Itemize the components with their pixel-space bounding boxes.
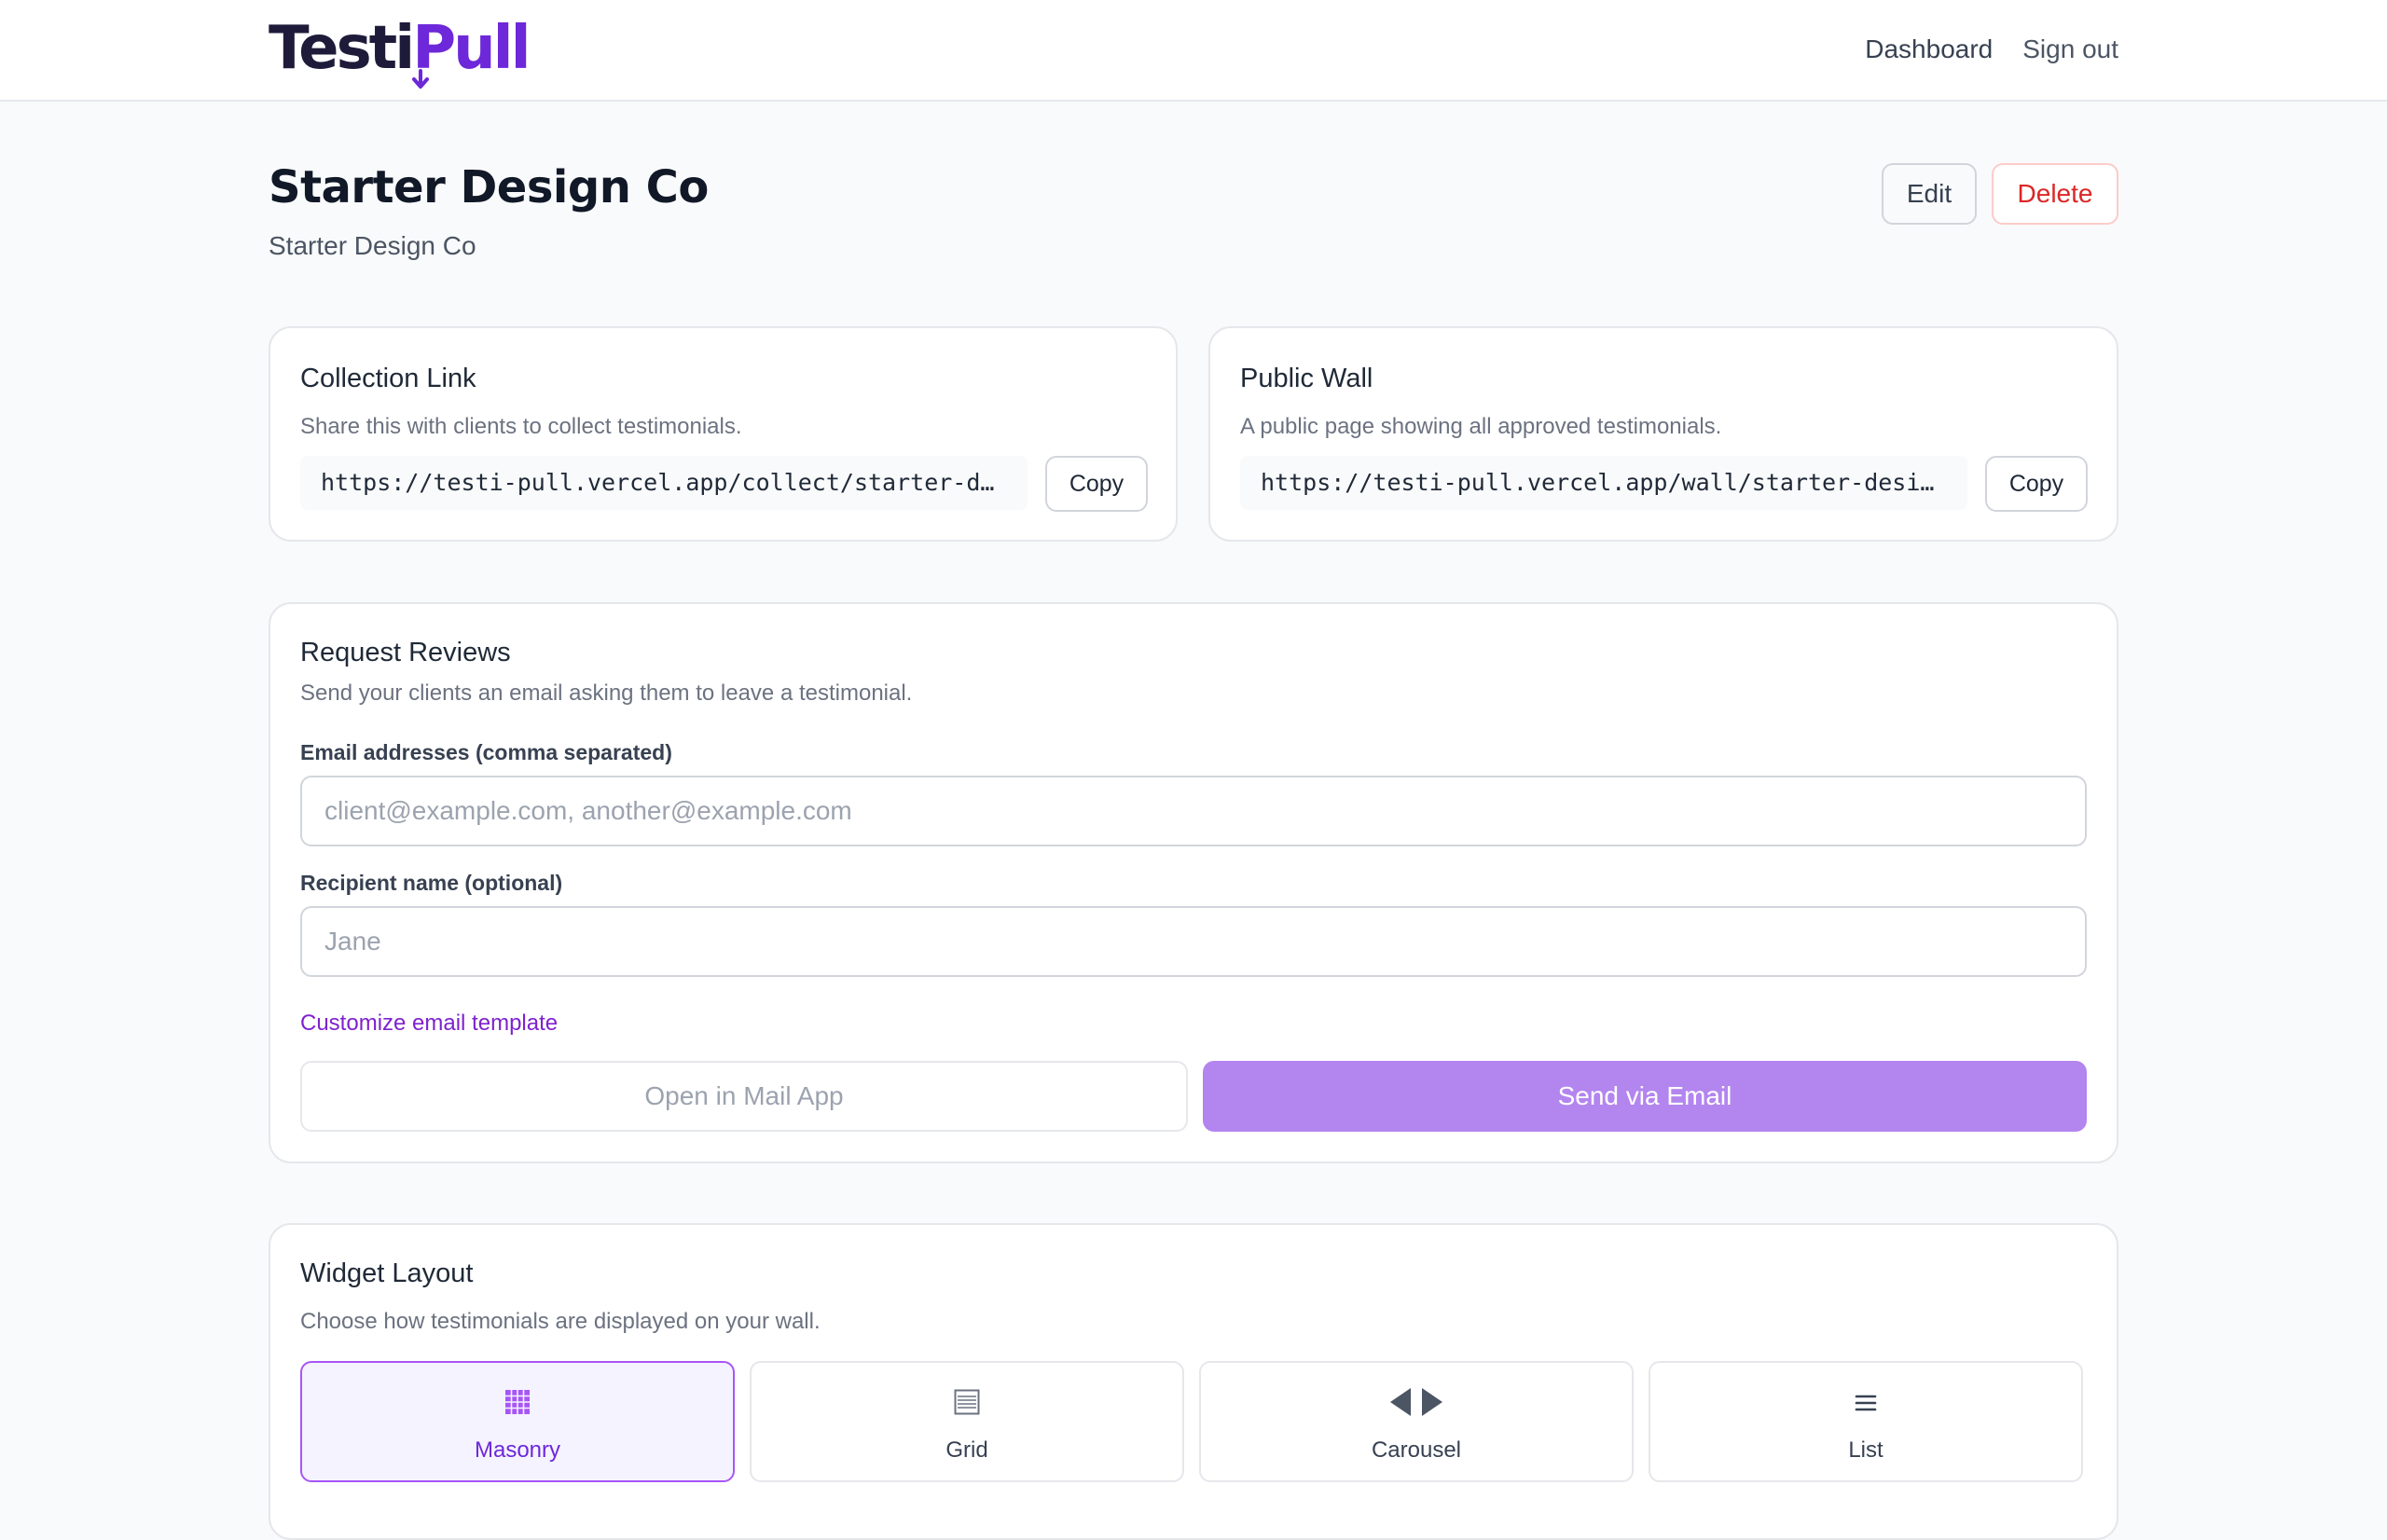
collection-link-card: Collection Link Share this with clients … (269, 326, 1178, 542)
widget-layout-description: Choose how testimonials are displayed on… (300, 1309, 821, 1334)
open-in-mail-app-button[interactable]: Open in Mail App (300, 1061, 1188, 1132)
logo-text-pull: Pull (412, 13, 531, 89)
customize-email-template-link[interactable]: Customize email template (300, 1011, 558, 1037)
top-navbar: Testi Pull Dashboard Sign out (0, 0, 2387, 102)
list-icon (1650, 1383, 2081, 1421)
email-addresses-input[interactable] (300, 776, 2087, 846)
recipient-name-input[interactable] (300, 906, 2087, 977)
page-title: Starter Design Co (269, 161, 709, 213)
delete-button[interactable]: Delete (1992, 163, 2118, 225)
page-subtitle: Starter Design Co (269, 231, 476, 260)
edit-button[interactable]: Edit (1882, 163, 1977, 225)
grid-icon (752, 1383, 1182, 1421)
collection-link-copy-button[interactable]: Copy (1045, 456, 1148, 512)
masonry-icon (302, 1383, 733, 1421)
email-addresses-label: Email addresses (comma separated) (300, 740, 672, 764)
carousel-icon (1201, 1383, 1632, 1421)
public-wall-description: A public page showing all approved testi… (1240, 414, 1722, 439)
public-wall-copy-button[interactable]: Copy (1985, 456, 2088, 512)
layout-option-list[interactable]: List (1649, 1361, 2083, 1482)
logo-arrow-icon (412, 69, 430, 89)
widget-layout-title: Widget Layout (300, 1258, 474, 1288)
recipient-name-label: Recipient name (optional) (300, 871, 563, 895)
collection-link-url[interactable]: https://testi-pull.vercel.app/collect/st… (300, 456, 1028, 510)
request-reviews-card: Request Reviews Send your clients an ema… (269, 602, 2118, 1163)
public-wall-card: Public Wall A public page showing all ap… (1208, 326, 2118, 542)
collection-link-description: Share this with clients to collect testi… (300, 414, 742, 439)
public-wall-title: Public Wall (1240, 364, 1373, 393)
layout-option-label: Grid (945, 1437, 988, 1463)
public-wall-url[interactable]: https://testi-pull.vercel.app/wall/start… (1240, 456, 1967, 510)
request-reviews-description: Send your clients an email asking them t… (300, 681, 913, 706)
layout-option-label: Masonry (474, 1437, 561, 1463)
request-reviews-title: Request Reviews (300, 638, 511, 667)
top-nav: Dashboard Sign out (1865, 28, 2118, 71)
layout-option-grid[interactable]: Grid (750, 1361, 1184, 1482)
layout-option-masonry[interactable]: Masonry (300, 1361, 735, 1482)
collection-link-title: Collection Link (300, 364, 476, 393)
layout-option-label: List (1848, 1437, 1883, 1463)
widget-layout-card: Widget Layout Choose how testimonials ar… (269, 1223, 2118, 1540)
send-via-email-button[interactable]: Send via Email (1203, 1061, 2087, 1132)
layout-option-label: Carousel (1371, 1437, 1462, 1463)
logo[interactable]: Testi Pull (269, 13, 531, 89)
nav-sign-out-link[interactable]: Sign out (2022, 28, 2118, 71)
logo-text-testi: Testi (269, 14, 415, 83)
layout-option-carousel[interactable]: Carousel (1199, 1361, 1634, 1482)
nav-dashboard-link[interactable]: Dashboard (1865, 28, 1993, 71)
